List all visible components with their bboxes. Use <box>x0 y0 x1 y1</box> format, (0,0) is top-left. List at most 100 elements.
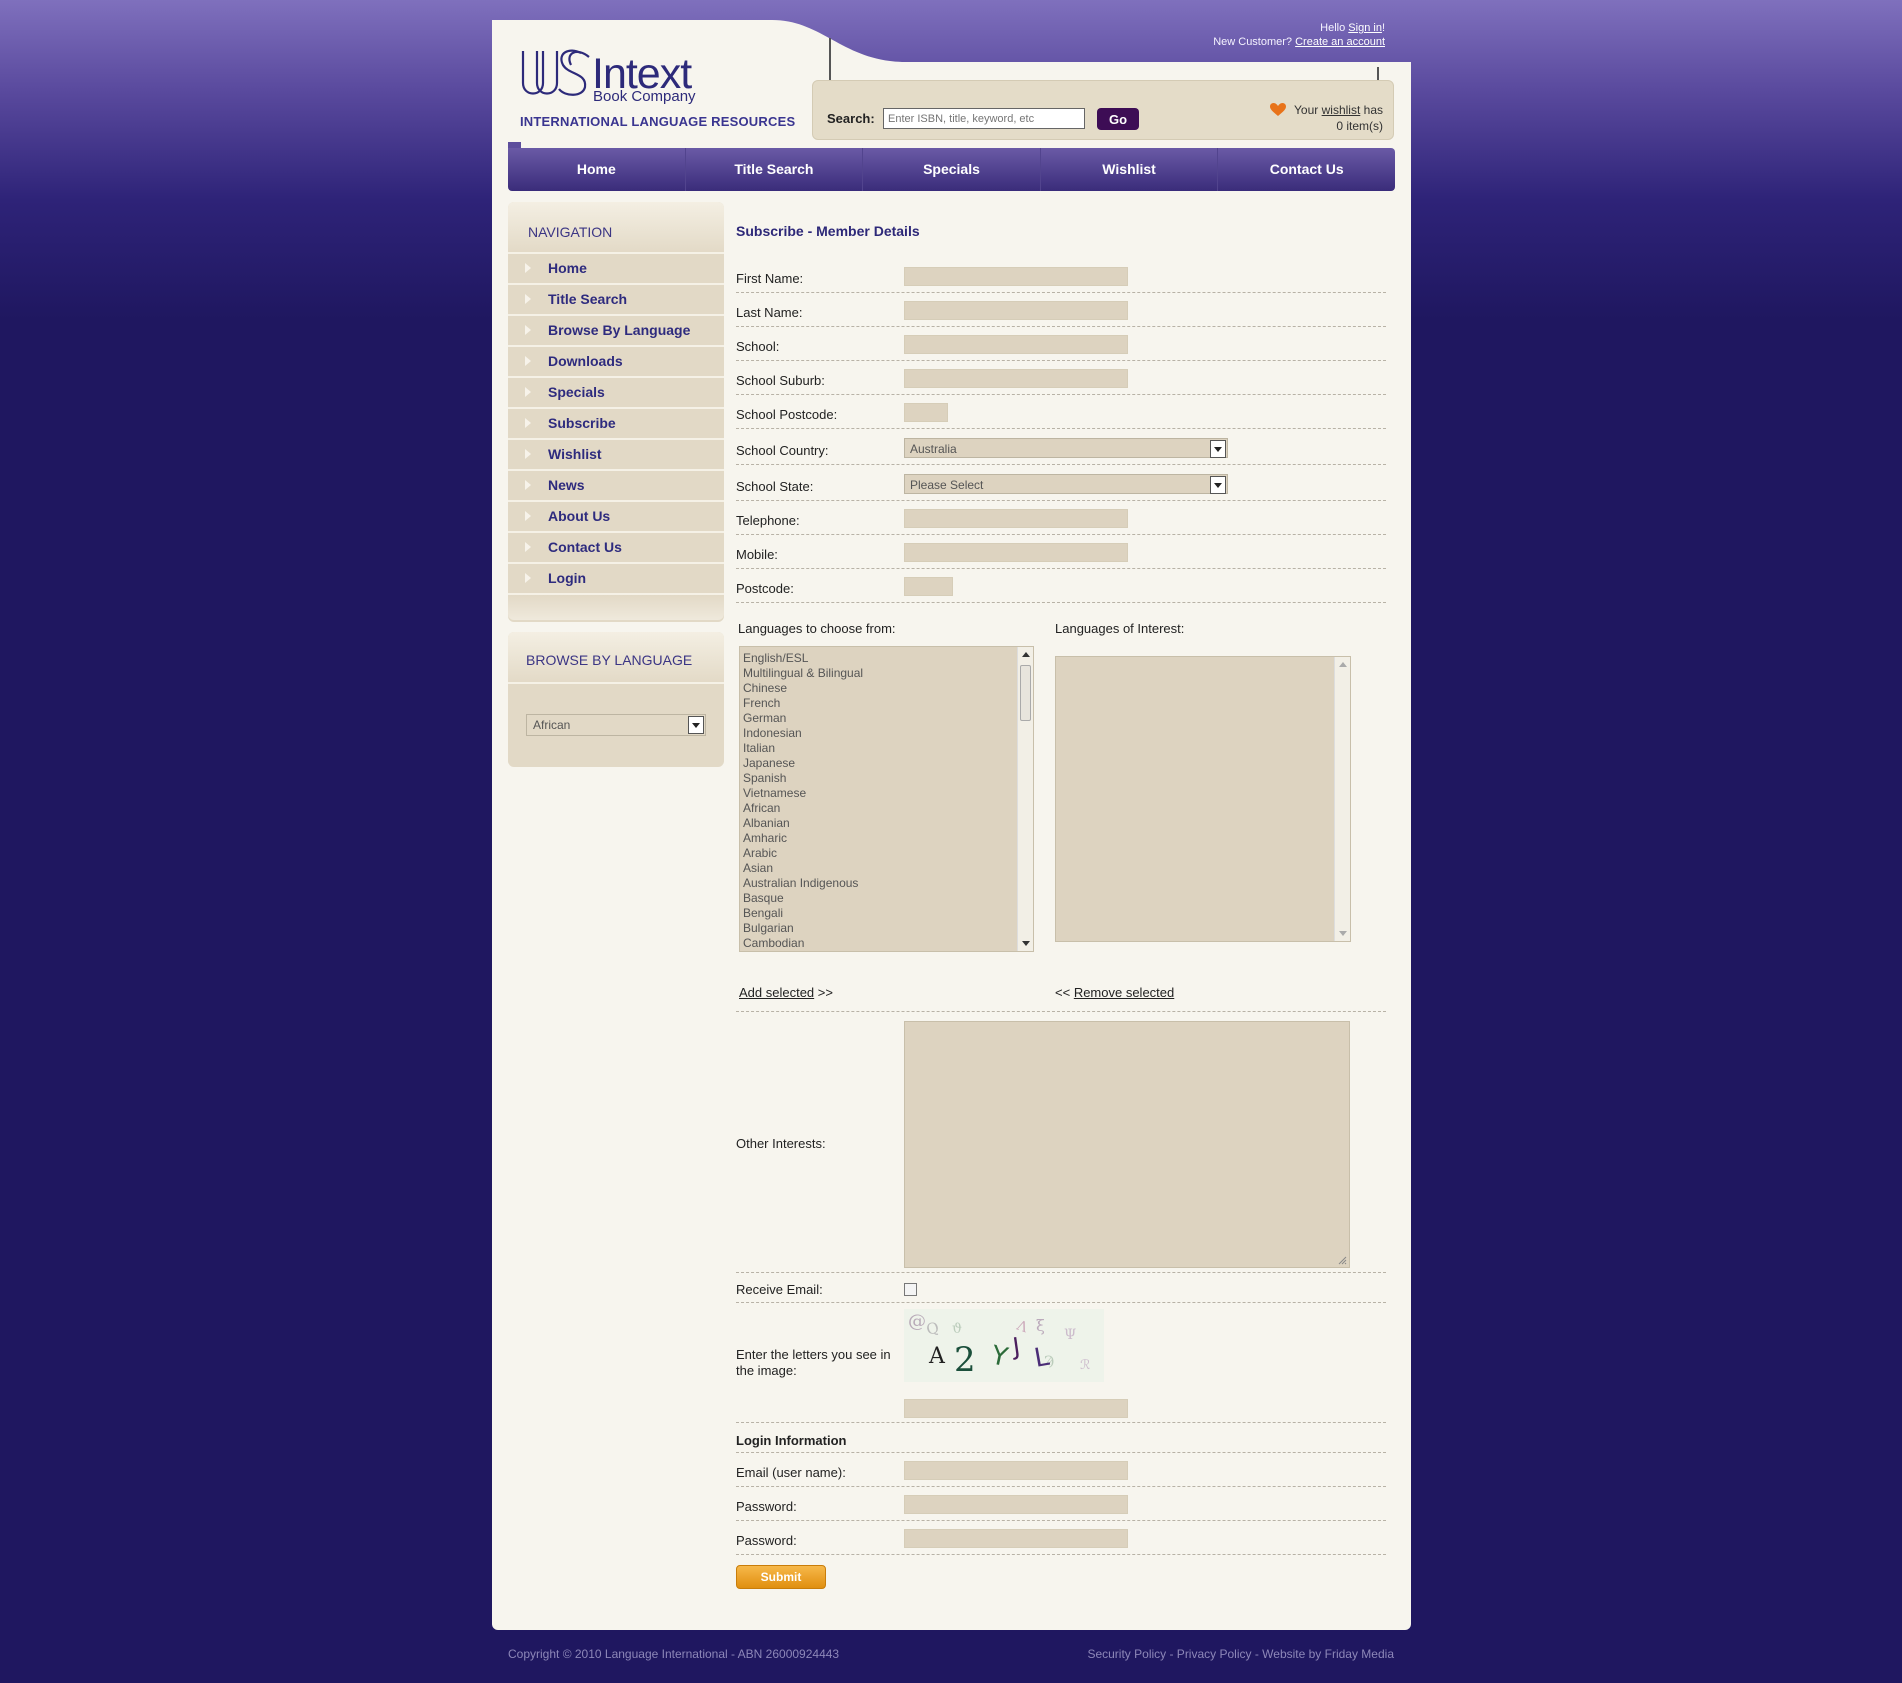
page-wrapper: Intext Book Company INTERNATIONAL LANGUA… <box>492 20 1411 1630</box>
school-field[interactable] <box>904 335 1128 354</box>
language-option[interactable]: Basque <box>740 891 1033 906</box>
password-confirm-field[interactable] <box>904 1529 1128 1548</box>
language-option[interactable]: Australian Indigenous <box>740 876 1033 891</box>
topnav-title-search[interactable]: Title Search <box>686 148 864 191</box>
language-option[interactable]: Indonesian <box>740 726 1033 741</box>
language-option[interactable]: Bengali <box>740 906 1033 921</box>
language-option[interactable]: French <box>740 696 1033 711</box>
submit-button[interactable]: Submit <box>736 1565 826 1589</box>
arrow-icon <box>525 449 531 459</box>
scroll-down-icon[interactable] <box>1339 931 1347 936</box>
sign-in-link[interactable]: Sign in <box>1348 22 1382 34</box>
arrow-icon <box>525 511 531 521</box>
language-option[interactable]: Chinese <box>740 681 1033 696</box>
svg-text:Q: Q <box>924 1318 941 1339</box>
create-account-link[interactable]: Create an account <box>1295 36 1385 48</box>
language-option[interactable]: Japanese <box>740 756 1033 771</box>
wishlist-your: Your <box>1294 103 1319 117</box>
captcha-noise: @ Q ϑ Ʌ ξ Ψ ℛ Ϡ A 2 Y J L <box>908 1311 1090 1380</box>
language-option[interactable]: Albanian <box>740 816 1033 831</box>
school-postcode-field[interactable] <box>904 403 948 422</box>
mobile-field[interactable] <box>904 543 1128 562</box>
sidebar-item-label: About Us <box>548 508 611 524</box>
last-name-field[interactable] <box>904 301 1128 320</box>
topnav-contact-us[interactable]: Contact Us <box>1218 148 1395 191</box>
add-selected-link[interactable]: Add selected <box>739 985 814 1000</box>
list-scrollbar[interactable] <box>1017 647 1033 951</box>
logo-icon[interactable] <box>519 43 595 101</box>
scroll-up-icon[interactable] <box>1022 652 1030 657</box>
language-option[interactable]: Asian <box>740 861 1033 876</box>
other-interests-textarea[interactable] <box>904 1021 1350 1268</box>
language-select[interactable]: African <box>526 714 706 736</box>
school-suburb-field[interactable] <box>904 369 1128 388</box>
sidebar-item-specials[interactable]: Specials <box>508 376 724 407</box>
footer-links[interactable]: Security Policy - Privacy Policy - Websi… <box>1087 1647 1394 1661</box>
wishlist-link[interactable]: wishlist <box>1322 103 1361 117</box>
scroll-down-icon[interactable] <box>1022 941 1030 946</box>
arrow-icon <box>525 387 531 397</box>
sidebar-item-label: Subscribe <box>548 415 616 431</box>
sidebar-navigation: NAVIGATION Home Title Search Browse By L… <box>508 202 724 622</box>
postcode-field[interactable] <box>904 577 953 596</box>
sidebar-item-about-us[interactable]: About Us <box>508 500 724 531</box>
chevron-down-icon[interactable] <box>688 716 704 734</box>
language-option[interactable]: Amharic <box>740 831 1033 846</box>
password-field[interactable] <box>904 1495 1128 1514</box>
school-suburb-label: School Suburb: <box>736 373 825 388</box>
scroll-up-icon[interactable] <box>1339 662 1347 667</box>
school-state-value: Please Select <box>910 478 984 492</box>
sidebar-item-subscribe[interactable]: Subscribe <box>508 407 724 438</box>
languages-available-list[interactable]: English/ESL Multilingual & Bilingual Chi… <box>739 646 1034 952</box>
sidebar-item-news[interactable]: News <box>508 469 724 500</box>
school-country-label: School Country: <box>736 443 829 458</box>
language-option[interactable]: African <box>740 801 1033 816</box>
new-customer-text: New Customer? <box>1213 36 1293 48</box>
topnav-wishlist[interactable]: Wishlist <box>1041 148 1219 191</box>
language-option[interactable]: Multilingual & Bilingual <box>740 666 1033 681</box>
last-name-label: Last Name: <box>736 305 803 320</box>
languages-selected-list[interactable] <box>1055 656 1351 942</box>
resize-handle-icon[interactable] <box>1338 1256 1347 1265</box>
email-field[interactable] <box>904 1461 1128 1480</box>
go-button[interactable]: Go <box>1097 108 1139 130</box>
chevron-down-icon[interactable] <box>1210 440 1226 458</box>
language-option[interactable]: Bulgarian <box>740 921 1033 936</box>
telephone-label: Telephone: <box>736 513 800 528</box>
sidebar-item-label: Specials <box>548 384 605 400</box>
sidebar-item-contact-us[interactable]: Contact Us <box>508 531 724 562</box>
school-country-select[interactable]: Australia <box>904 438 1228 458</box>
topnav-home[interactable]: Home <box>508 148 686 191</box>
list-scrollbar[interactable] <box>1334 657 1350 941</box>
language-option[interactable]: Italian <box>740 741 1033 756</box>
search-input[interactable] <box>883 108 1085 129</box>
wishlist-summary: Your wishlist has 0 item(s) <box>1294 102 1383 134</box>
languages-interest-label: Languages of Interest: <box>1055 621 1185 636</box>
chevron-down-icon[interactable] <box>1210 476 1226 494</box>
arrow-icon <box>525 356 531 366</box>
sidebar-item-login[interactable]: Login <box>508 562 724 593</box>
remove-selected-link[interactable]: Remove selected <box>1074 985 1174 1000</box>
sidebar-item-home[interactable]: Home <box>508 252 724 283</box>
language-option[interactable]: Cambodian <box>740 936 1033 951</box>
telephone-field[interactable] <box>904 509 1128 528</box>
sidebar-item-downloads[interactable]: Downloads <box>508 345 724 376</box>
language-option[interactable]: Spanish <box>740 771 1033 786</box>
add-arrows: >> <box>817 985 833 1000</box>
language-option[interactable]: English/ESL <box>740 651 1033 666</box>
sidebar-item-wishlist[interactable]: Wishlist <box>508 438 724 469</box>
sidebar-item-title-search[interactable]: Title Search <box>508 283 724 314</box>
topnav-specials[interactable]: Specials <box>863 148 1041 191</box>
language-option[interactable]: Arabic <box>740 846 1033 861</box>
school-state-select[interactable]: Please Select <box>904 474 1228 494</box>
first-name-field[interactable] <box>904 267 1128 286</box>
captcha-field[interactable] <box>904 1399 1128 1418</box>
wishlist-has: has <box>1363 103 1383 117</box>
wishlist-count: 0 item(s) <box>1336 119 1383 133</box>
sidebar-item-browse-by-language[interactable]: Browse By Language <box>508 314 724 345</box>
row-password: Password: <box>736 1487 1386 1521</box>
scroll-thumb[interactable] <box>1020 665 1031 721</box>
language-option[interactable]: German <box>740 711 1033 726</box>
receive-email-checkbox[interactable] <box>904 1283 917 1296</box>
language-option[interactable]: Vietnamese <box>740 786 1033 801</box>
